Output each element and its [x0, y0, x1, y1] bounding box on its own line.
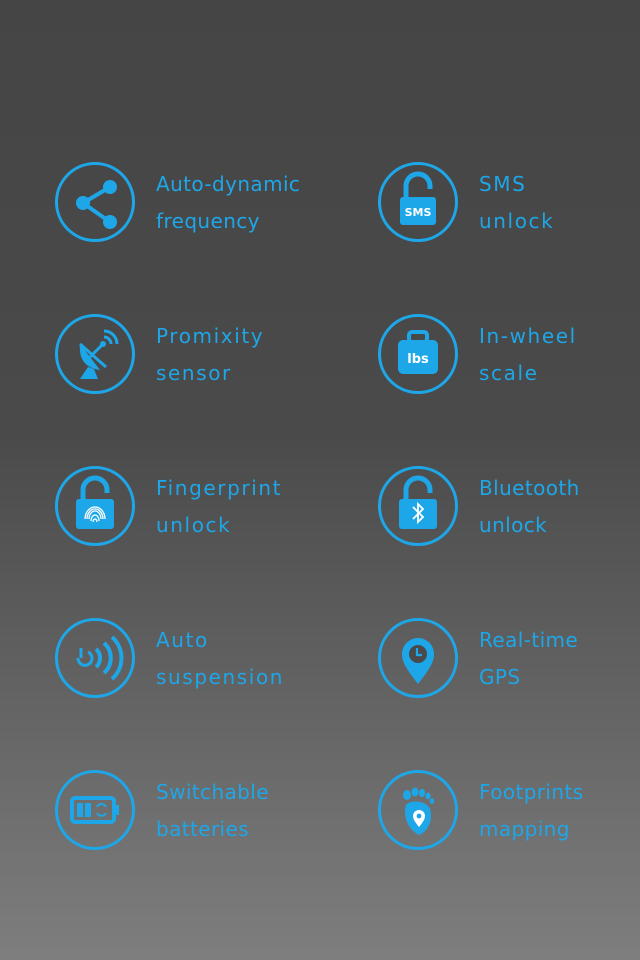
feature-label: Auto-dynamic frequency [156, 166, 300, 240]
feature-label-line1: Auto-dynamic [156, 172, 301, 196]
feature-label-line1: Real-time [479, 628, 579, 652]
feature-label-line1: Footprints [479, 780, 584, 804]
feature-label-line2: unlock [479, 209, 555, 233]
feature-label-line2: suspension [156, 665, 285, 689]
map-pin-clock-icon [378, 618, 458, 698]
feature-real-time-gps: Real-time GPS [378, 618, 640, 718]
feature-auto-dynamic-frequency: Auto-dynamic frequency [55, 162, 355, 262]
feature-label-line1: Auto [156, 628, 209, 652]
fingerprint-lock-icon [55, 466, 135, 546]
sms-lock-text: SMS [405, 206, 432, 219]
feature-footprints-mapping: Footprints mapping [378, 770, 640, 870]
feature-fingerprint-unlock: Fingerprint unlock [55, 466, 355, 566]
sms-lock-icon: SMS [378, 162, 458, 242]
battery-swap-icon [55, 770, 135, 850]
satellite-dish-icon [55, 314, 135, 394]
features-screen: { "features": [ {"id": "auto-dynamic-fre… [0, 0, 640, 960]
footprint-pin-icon [378, 770, 458, 850]
feature-label-line2: sensor [156, 361, 232, 385]
feature-label: Auto suspension [156, 622, 284, 696]
feature-label-line1: SMS [479, 172, 527, 196]
feature-in-wheel-scale: lbs In-wheel scale [378, 314, 640, 414]
feature-proximity-sensor: Promixity sensor [55, 314, 355, 414]
feature-switchable-batteries: Switchable batteries [55, 770, 355, 870]
feature-label: In-wheel scale [479, 318, 577, 392]
feature-label: Bluetooth unlock [479, 470, 580, 544]
feature-label-line2: unlock [479, 513, 548, 537]
feature-sms-unlock: SMS SMS unlock [378, 162, 640, 262]
power-signal-icon [55, 618, 135, 698]
feature-label: Switchable batteries [156, 774, 269, 848]
feature-label: Real-time GPS [479, 622, 578, 696]
feature-label-line2: frequency [156, 209, 260, 233]
bluetooth-lock-icon [378, 466, 458, 546]
feature-label-line2: GPS [479, 665, 521, 689]
feature-label: Footprints mapping [479, 774, 584, 848]
feature-label-line2: unlock [156, 513, 232, 537]
feature-auto-suspension: Auto suspension [55, 618, 355, 718]
feature-label: Fingerprint unlock [156, 470, 282, 544]
share-icon [55, 162, 135, 242]
feature-label-line1: Promixity [156, 324, 265, 348]
feature-bluetooth-unlock: Bluetooth unlock [378, 466, 640, 566]
feature-label-line2: scale [479, 361, 539, 385]
weight-scale-icon: lbs [378, 314, 458, 394]
feature-label-line2: mapping [479, 817, 570, 841]
feature-label-line1: Switchable [156, 780, 269, 804]
feature-label: Promixity sensor [156, 318, 264, 392]
feature-label-line1: Fingerprint [156, 476, 283, 500]
feature-label-line2: batteries [156, 817, 250, 841]
feature-label-line1: In-wheel [479, 324, 577, 348]
scale-text: lbs [407, 352, 429, 367]
feature-label-line1: Bluetooth [479, 476, 580, 500]
feature-label: SMS unlock [479, 166, 554, 240]
